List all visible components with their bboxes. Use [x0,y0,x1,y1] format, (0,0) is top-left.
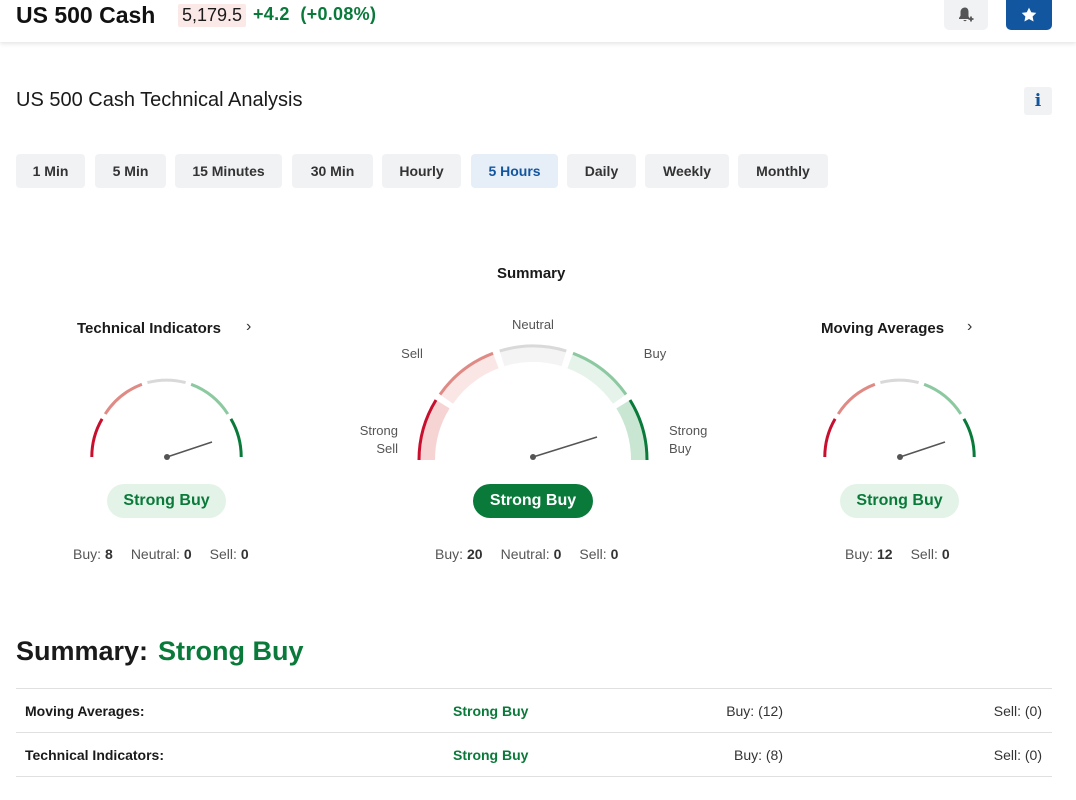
sell-label: Sell: [209,546,237,562]
summary-dial [417,344,649,461]
summary-label: Summary: [16,636,149,666]
row-name: Moving Averages: [25,703,145,719]
summary-table: Moving Averages: Strong Buy Buy: (12) Se… [16,688,1052,777]
sell-label: Sell: [910,546,938,562]
buy-label: Buy: [435,546,464,562]
row-signal: Strong Buy [453,747,529,763]
moving-averages-verdict: Strong Buy [840,484,959,518]
row-sell-count: Sell: (0) [993,747,1042,763]
table-row: Technical Indicators: Strong Buy Buy: (8… [16,733,1052,777]
sell-label: Sell: [579,546,607,562]
add-to-watchlist-button[interactable] [1006,0,1052,30]
summary-counts: Buy: 20 Neutral: 0 Sell: 0 [435,546,618,562]
neutral-count: 0 [183,546,192,562]
tab-hourly[interactable]: Hourly [382,154,461,188]
summary-value: Strong Buy [158,636,304,666]
instrument-header: US 500 Cash 5,179.5 +4.2 (+0.08%) [0,0,1076,42]
row-buy-count: Buy: (12) [726,703,783,719]
sell-count: 0 [941,546,950,562]
moving-averages-counts: Buy: 12 Sell: 0 [845,546,950,562]
row-name: Technical Indicators: [25,747,164,763]
technical-indicators-counts: Buy: 8 Neutral: 0 Sell: 0 [73,546,249,562]
sell-count: 0 [610,546,619,562]
chevron-right-icon[interactable]: › [967,318,972,336]
technical-indicators-link[interactable]: Technical Indicators [77,320,221,337]
last-price: 5,179.5 [178,4,247,27]
zone-label-neutral: Neutral [512,317,554,332]
change-value: +4.2 [253,4,290,24]
buy-label: Buy: [845,546,874,562]
tab-5-hours[interactable]: 5 Hours [471,154,558,188]
row-signal: Strong Buy [453,703,529,719]
buy-count: 20 [467,546,483,562]
neutral-label: Neutral: [500,546,550,562]
summary-gauge-title: Summary [497,265,566,282]
tab-15-minutes[interactable]: 15 Minutes [175,154,282,188]
technical-indicators-verdict: Strong Buy [107,484,226,518]
neutral-count: 0 [553,546,562,562]
buy-count: 12 [877,546,893,562]
moving-averages-link[interactable]: Moving Averages [821,320,944,337]
tab-monthly[interactable]: Monthly [738,154,828,188]
tab-weekly[interactable]: Weekly [645,154,729,188]
zone-label-strong-sell-line1: Strong [359,423,398,438]
tab-1-min[interactable]: 1 Min [16,154,85,188]
zone-label-strong-buy-line2: Buy [669,441,692,456]
tab-5-min[interactable]: 5 Min [95,154,166,188]
technical-indicators-dial [90,378,243,460]
create-alert-button[interactable] [944,0,988,30]
row-buy-count: Buy: (8) [733,747,783,763]
row-sell-count: Sell: (0) [993,703,1042,719]
zone-label-strong-sell: Strong Sell [350,422,398,458]
chevron-right-icon[interactable]: › [246,318,251,336]
page-title: US 500 Cash Technical Analysis [16,89,303,111]
tab-daily[interactable]: Daily [567,154,636,188]
instrument-name: US 500 Cash [16,2,156,28]
buy-count: 8 [105,546,113,562]
zone-label-strong-sell-line2: Sell [376,441,398,456]
star-icon [1021,7,1037,22]
change-percent: (+0.08%) [300,4,377,24]
summary-heading: Summary: Strong Buy [16,636,304,667]
tab-30-min[interactable]: 30 Min [292,154,373,188]
table-row: Moving Averages: Strong Buy Buy: (12) Se… [16,689,1052,733]
moving-averages-dial [823,378,976,460]
price-change: +4.2 (+0.08%) [253,4,376,25]
buy-label: Buy: [73,546,102,562]
info-button[interactable]: i [1024,87,1052,115]
summary-verdict: Strong Buy [473,484,593,518]
zone-label-strong-buy-line1: Strong [669,423,708,438]
bell-plus-icon [959,7,974,22]
sell-count: 0 [240,546,249,562]
neutral-label: Neutral: [130,546,180,562]
zone-label-strong-buy: Strong Buy [669,422,717,458]
